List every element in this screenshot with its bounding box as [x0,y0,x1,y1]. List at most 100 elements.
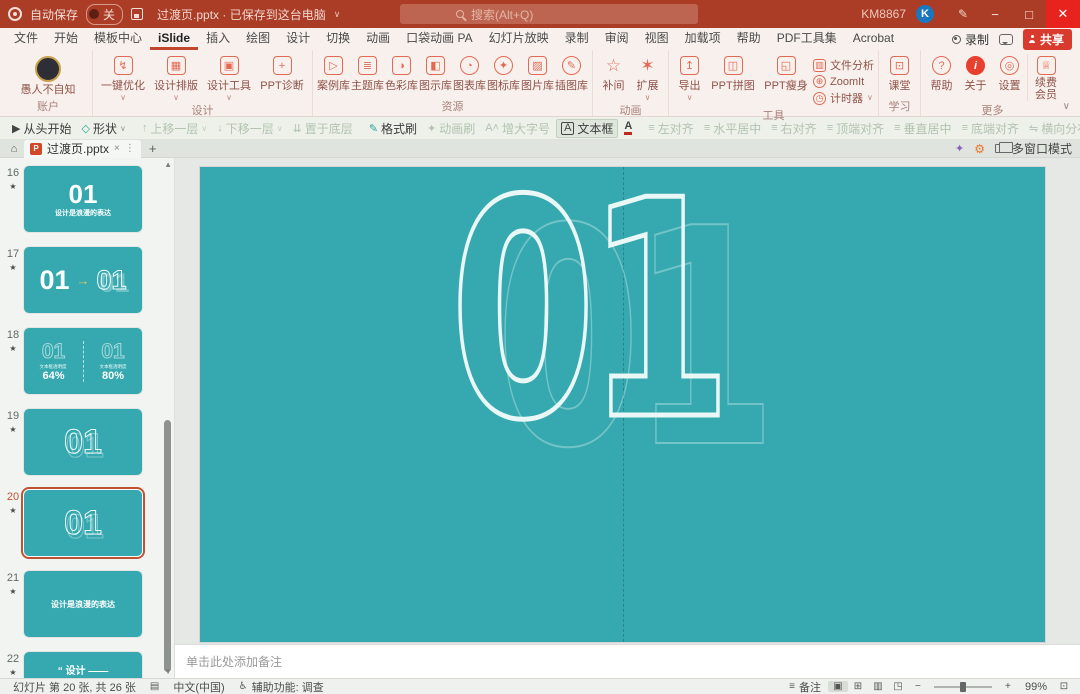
slide-thumbnail-16[interactable]: 01 设计是浪漫的表达 [24,166,142,232]
slide-thumbnail-21[interactable]: 设计是浪漫的表达 [24,571,142,637]
send-to-back-button[interactable]: ⇊ 置于底层 [289,120,357,137]
tab-help[interactable]: 帮助 [729,28,769,50]
classroom-button[interactable]: ⊡ 课堂 [883,54,916,93]
tab-pdf-tools[interactable]: PDF工具集 [769,28,845,50]
picture-library-button[interactable]: ▨ 图片库 [521,54,554,93]
current-slide[interactable]: 01 01 [200,167,1045,642]
start-from-beginning-button[interactable]: ▶ 从头开始 [8,120,75,137]
avatar[interactable]: K [916,5,934,23]
maximize-button[interactable]: □ [1012,0,1046,28]
comment-icon[interactable] [999,34,1013,45]
extend-button[interactable]: ✶ 扩展 ∨ [631,54,664,101]
home-icon[interactable]: ⌂ [4,143,24,155]
gear-icon[interactable]: ⚙ [974,142,985,156]
magic-wand-icon[interactable]: ✦ [955,142,964,155]
ppt-puzzle-button[interactable]: ◫ PPT拼图 [707,54,759,93]
animation-painter-button[interactable]: ✦ 动画刷 [423,120,479,137]
close-tab-icon[interactable]: × [114,143,120,154]
zoom-slider-thumb[interactable] [960,682,966,692]
username-label[interactable]: KM8867 [861,7,906,21]
language-indicator[interactable]: 中文(中国) [166,679,231,694]
tab-template-center[interactable]: 模板中心 [86,28,150,50]
zoom-percentage[interactable]: 99% [1018,681,1054,693]
color-library-button[interactable]: ◑ 色彩库 [385,54,418,93]
format-painter-button[interactable]: ✎ 格式刷 [365,120,421,137]
tab-islide[interactable]: iSlide [150,28,198,50]
icon-library-button[interactable]: ✦ 图标库 [487,54,520,93]
tab-slideshow[interactable]: 幻灯片放映 [481,28,557,50]
tab-draw[interactable]: 绘图 [238,28,278,50]
spellcheck-button[interactable]: ▤ [143,681,166,692]
slide-thumbnail-22[interactable]: “ 设计 —— [24,652,142,678]
record-button[interactable]: 录制 [952,31,989,48]
slide-number-outline-text[interactable]: 01 [450,167,723,462]
chevron-down-icon[interactable]: ∨ [334,9,341,20]
tab-home[interactable]: 开始 [46,28,86,50]
reading-view-button[interactable]: ▥ [868,681,888,692]
tab-animations[interactable]: 动画 [358,28,398,50]
file-analysis-button[interactable]: ▥ 文件分析 [813,57,874,73]
zoomit-button[interactable]: ⊕ ZoomIt [813,75,874,88]
diagram-library-button[interactable]: ◧ 图示库 [419,54,452,93]
search-input[interactable]: 搜索(Alt+Q) [400,4,698,24]
case-library-button[interactable]: ▷ 案例库 [317,54,350,93]
collapse-ribbon-icon[interactable]: ∨ [1063,101,1070,112]
slide-thumbnail-19[interactable]: 01 01 [24,409,142,475]
fit-to-window-button[interactable]: ⊡ [1054,681,1074,692]
font-color-button[interactable]: A [620,121,636,135]
tab-menu-icon[interactable]: ⋮ [125,143,135,154]
text-box-button[interactable]: A 文本框 [556,119,618,138]
tab-review[interactable]: 审阅 [597,28,637,50]
settings-button[interactable]: ◎ 设置 [993,54,1026,93]
save-icon[interactable] [131,8,143,20]
app-icon[interactable] [8,7,22,21]
tab-addins[interactable]: 加载项 [677,28,729,50]
slide-thumbnail-18[interactable]: 01 文本框透明度 64% 01 文本框透明度 80% [24,328,142,394]
tab-file[interactable]: 文件 [6,28,46,50]
tab-transitions[interactable]: 切换 [318,28,358,50]
renew-membership-button[interactable]: ♕ 续费会员 [1027,54,1060,101]
one-key-optimize-button[interactable]: ↯ 一键优化 ∨ [97,54,149,101]
editing-canvas[interactable]: 01 01 [175,158,1080,644]
illustration-library-button[interactable]: ✎ 插图库 [555,54,588,93]
autosave-toggle[interactable]: 关 [86,4,123,25]
ppt-slim-button[interactable]: ◱ PPT瘦身 [760,54,812,93]
slide-thumbnail-20-selected[interactable]: 01 01 [24,490,142,556]
tab-acrobat[interactable]: Acrobat [845,28,902,50]
notes-toggle-button[interactable]: ≡ 备注 [782,679,828,694]
scroll-up-icon[interactable]: ▲ [164,160,172,169]
grow-font-button[interactable]: A˄ 增大字号 [481,120,554,137]
help-button[interactable]: ? 帮助 [925,54,958,93]
slideshow-button[interactable]: ◳ [888,681,908,692]
thumbnail-scrollbar-thumb[interactable] [164,420,171,672]
align-bottom-button[interactable]: ≡ 底端对齐 [958,120,1023,137]
new-tab-button[interactable]: + [149,141,157,156]
document-title[interactable]: 过渡页.pptx · 已保存到这台电脑 [157,6,326,23]
pen-icon[interactable]: ✎ [948,7,978,21]
notes-area[interactable]: 单击此处添加备注 [175,644,1080,678]
tab-design[interactable]: 设计 [278,28,318,50]
tab-record[interactable]: 录制 [557,28,597,50]
close-button[interactable]: ✕ [1046,0,1080,28]
align-middle-button[interactable]: ≡ 垂直居中 [890,120,955,137]
zoom-in-button[interactable]: + [998,681,1018,692]
zoom-slider[interactable] [934,686,992,688]
distribute-h-button[interactable]: ⇋ 横向分布 [1025,120,1080,137]
theme-library-button[interactable]: ≣ 主题库 [351,54,384,93]
accessibility-status[interactable]: ♿ 辅助功能: 调查 [232,679,331,694]
tween-button[interactable]: ☆ 补间 [597,54,630,93]
design-layout-button[interactable]: ▦ 设计排版 ∨ [150,54,202,101]
design-tools-button[interactable]: ▣ 设计工具 ∨ [203,54,255,101]
minimize-button[interactable]: − [978,0,1012,28]
slide-thumbnail-17[interactable]: 01 → 01 [24,247,142,313]
thumbnail-scrollbar-track[interactable] [164,172,171,664]
send-backward-button[interactable]: ↓ 下移一层 ∨ [213,120,286,137]
slide-sorter-view-button[interactable]: ⊞ [848,681,868,692]
share-button[interactable]: 共享 [1023,29,1072,50]
tab-pocket-animation[interactable]: 口袋动画 PA [398,28,480,50]
tab-insert[interactable]: 插入 [198,28,238,50]
chart-library-button[interactable]: ◔ 图表库 [453,54,486,93]
normal-view-button[interactable]: ▣ [828,681,848,692]
bring-forward-button[interactable]: ↑ 上移一层 ∨ [138,120,211,137]
tab-view[interactable]: 视图 [637,28,677,50]
